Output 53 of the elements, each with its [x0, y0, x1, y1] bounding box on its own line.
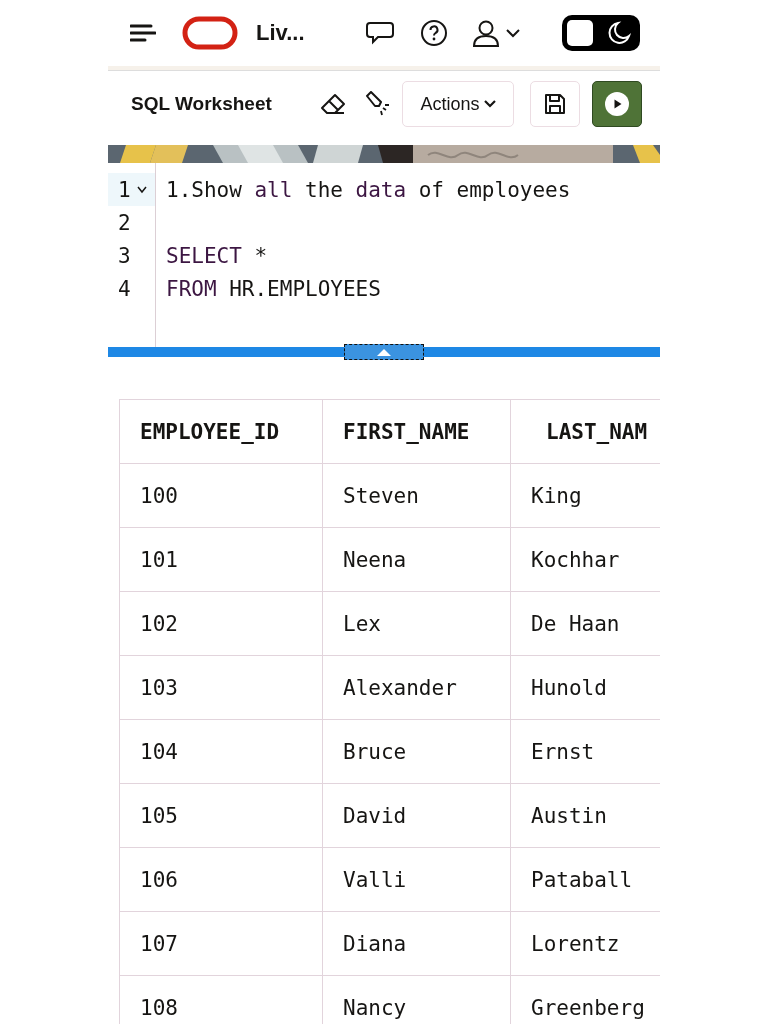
logo-icon[interactable] [182, 16, 238, 50]
menu-icon[interactable] [130, 24, 156, 42]
table-cell: 106 [119, 847, 323, 912]
code-token: 1.Show [166, 177, 242, 202]
eraser-icon[interactable] [320, 93, 346, 115]
table-cell: Alexander [322, 655, 511, 720]
line-number: 4 [118, 276, 131, 301]
flashlight-icon[interactable] [364, 91, 390, 117]
line-number: 2 [118, 210, 131, 235]
code-token: employees [456, 177, 571, 202]
actions-button[interactable]: Actions [402, 81, 514, 127]
save-icon [544, 93, 566, 115]
code-token: SELECT [166, 243, 242, 268]
play-icon [604, 91, 630, 117]
table-cell: Valli [322, 847, 511, 912]
splitter-handle[interactable] [344, 344, 424, 360]
help-icon[interactable] [420, 19, 448, 47]
table-cell: 101 [119, 527, 323, 592]
table-cell: Bruce [322, 719, 511, 784]
line-number: 1 [118, 177, 131, 202]
code-token: of [418, 177, 444, 202]
table-cell: Lex [322, 591, 511, 656]
table-cell: 104 [119, 719, 323, 784]
column-header[interactable]: EMPLOYEE_ID [119, 399, 323, 464]
table-cell: 105 [119, 783, 323, 848]
table-cell: 107 [119, 911, 323, 976]
table-cell: 108 [119, 975, 323, 1024]
worksheet-title: SQL Worksheet [131, 93, 272, 115]
table-cell: Diana [322, 911, 511, 976]
code-token: all [254, 177, 293, 202]
run-button[interactable] [592, 81, 642, 127]
table-cell: 103 [119, 655, 323, 720]
table-cell: 100 [119, 463, 323, 528]
line-number: 3 [118, 243, 131, 268]
dark-mode-toggle[interactable] [562, 15, 640, 51]
table-cell: Neena [322, 527, 511, 592]
fold-icon[interactable] [136, 185, 147, 194]
chat-icon[interactable] [366, 20, 394, 46]
table-cell: 102 [119, 591, 323, 656]
table-cell: David [322, 783, 511, 848]
caret-icon[interactable] [506, 28, 520, 38]
code-token: * [254, 243, 268, 268]
code-token: the [305, 177, 343, 202]
code-token: data [355, 177, 407, 202]
code-token: HR.EMPLOYEES [229, 276, 381, 301]
chevron-down-icon [483, 100, 496, 108]
save-button[interactable] [530, 81, 580, 127]
user-icon[interactable] [472, 19, 500, 47]
app-title: Liv... [256, 20, 305, 46]
code-token: FROM [166, 276, 217, 301]
column-header[interactable]: LAST_NAM [510, 399, 660, 464]
column-header[interactable]: FIRST_NAME [322, 399, 511, 464]
table-cell: Steven [322, 463, 511, 528]
